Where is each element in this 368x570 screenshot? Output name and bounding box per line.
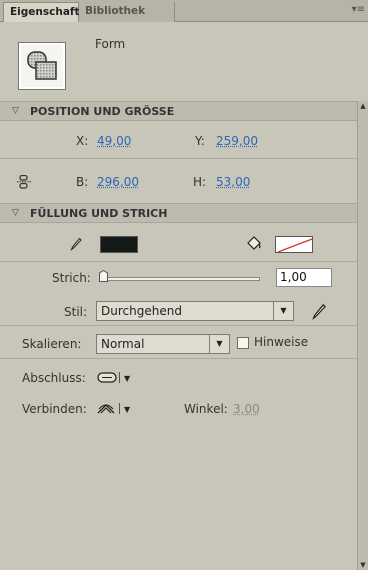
divider bbox=[0, 358, 357, 359]
join-label: Verbinden: bbox=[22, 402, 87, 416]
edit-stroke-style-pencil-icon[interactable] bbox=[311, 303, 327, 320]
chevron-down-icon[interactable]: ▼ bbox=[273, 302, 293, 320]
separator bbox=[119, 403, 120, 414]
no-color-slash-icon bbox=[277, 238, 312, 252]
tab-library[interactable]: Bibliothek bbox=[79, 2, 175, 22]
miter-label: Winkel: bbox=[184, 402, 228, 416]
stroke-color-swatch[interactable] bbox=[275, 236, 313, 253]
stroke-width-label: Strich: bbox=[52, 271, 91, 285]
panel-tab-bar: Eigenschaften Bibliothek ▾≡ bbox=[0, 0, 368, 22]
properties-header: Form bbox=[0, 23, 357, 101]
collapse-triangle-icon[interactable]: ▽ bbox=[12, 102, 19, 121]
style-label: Stil: bbox=[64, 305, 88, 319]
join-dropdown-arrow-icon[interactable]: ▼ bbox=[124, 405, 130, 414]
scale-value: Normal bbox=[101, 337, 145, 351]
scale-dropdown[interactable]: Normal ▼ bbox=[96, 334, 230, 354]
scroll-down-arrow-icon[interactable]: ▼ bbox=[358, 560, 368, 570]
collapse-triangle-icon[interactable]: ▽ bbox=[12, 204, 19, 223]
x-label: X: bbox=[76, 134, 89, 148]
width-value-field[interactable]: 296,00 bbox=[97, 175, 139, 189]
shape-thumbnail-icon bbox=[18, 42, 66, 90]
slider-thumb-icon[interactable] bbox=[99, 270, 108, 282]
divider bbox=[0, 325, 357, 326]
divider bbox=[0, 261, 357, 262]
height-value-field[interactable]: 53,00 bbox=[216, 175, 250, 189]
stroke-style-value: Durchgehend bbox=[101, 304, 182, 318]
link-constrain-icon[interactable] bbox=[16, 175, 32, 189]
hints-checkbox[interactable] bbox=[237, 337, 249, 349]
object-type-label: Form bbox=[95, 37, 126, 51]
y-value-field[interactable]: 259,00 bbox=[216, 134, 258, 148]
stroke-width-input[interactable]: 1,00 bbox=[276, 268, 332, 287]
stroke-width-slider[interactable] bbox=[100, 277, 260, 281]
round-join-icon[interactable] bbox=[97, 402, 115, 414]
y-label: Y: bbox=[195, 134, 205, 148]
paint-bucket-icon bbox=[247, 236, 261, 250]
x-value-field[interactable]: 49,00 bbox=[97, 134, 131, 148]
chevron-down-icon[interactable]: ▼ bbox=[209, 335, 229, 353]
stroke-style-dropdown[interactable]: Durchgehend ▼ bbox=[96, 301, 294, 321]
panel-menu-icon[interactable]: ▾≡ bbox=[352, 4, 365, 15]
miter-value-field[interactable]: 3,00 bbox=[233, 402, 260, 416]
section-fill-stroke[interactable]: ▽ FÜLLUNG UND STRICH bbox=[0, 203, 357, 223]
fill-color-swatch[interactable] bbox=[100, 236, 138, 253]
separator bbox=[119, 372, 120, 383]
round-cap-icon[interactable] bbox=[97, 372, 117, 383]
section-position-size[interactable]: ▽ POSITION UND GRÖSSE bbox=[0, 101, 357, 121]
scroll-up-arrow-icon[interactable]: ▲ bbox=[358, 101, 368, 111]
pencil-icon bbox=[70, 237, 82, 251]
tab-properties[interactable]: Eigenschaften bbox=[3, 2, 94, 22]
cap-label: Abschluss: bbox=[22, 371, 86, 385]
section-title: POSITION UND GRÖSSE bbox=[30, 105, 175, 118]
hints-label: Hinweise bbox=[254, 335, 309, 349]
panel-scrollbar[interactable]: ▲ ▼ bbox=[357, 101, 368, 570]
cap-dropdown-arrow-icon[interactable]: ▼ bbox=[124, 374, 130, 383]
height-label: H: bbox=[193, 175, 207, 189]
section-title: FÜLLUNG UND STRICH bbox=[30, 207, 168, 220]
width-label: B: bbox=[76, 175, 89, 189]
scale-label: Skalieren: bbox=[22, 337, 82, 351]
divider bbox=[0, 158, 357, 159]
